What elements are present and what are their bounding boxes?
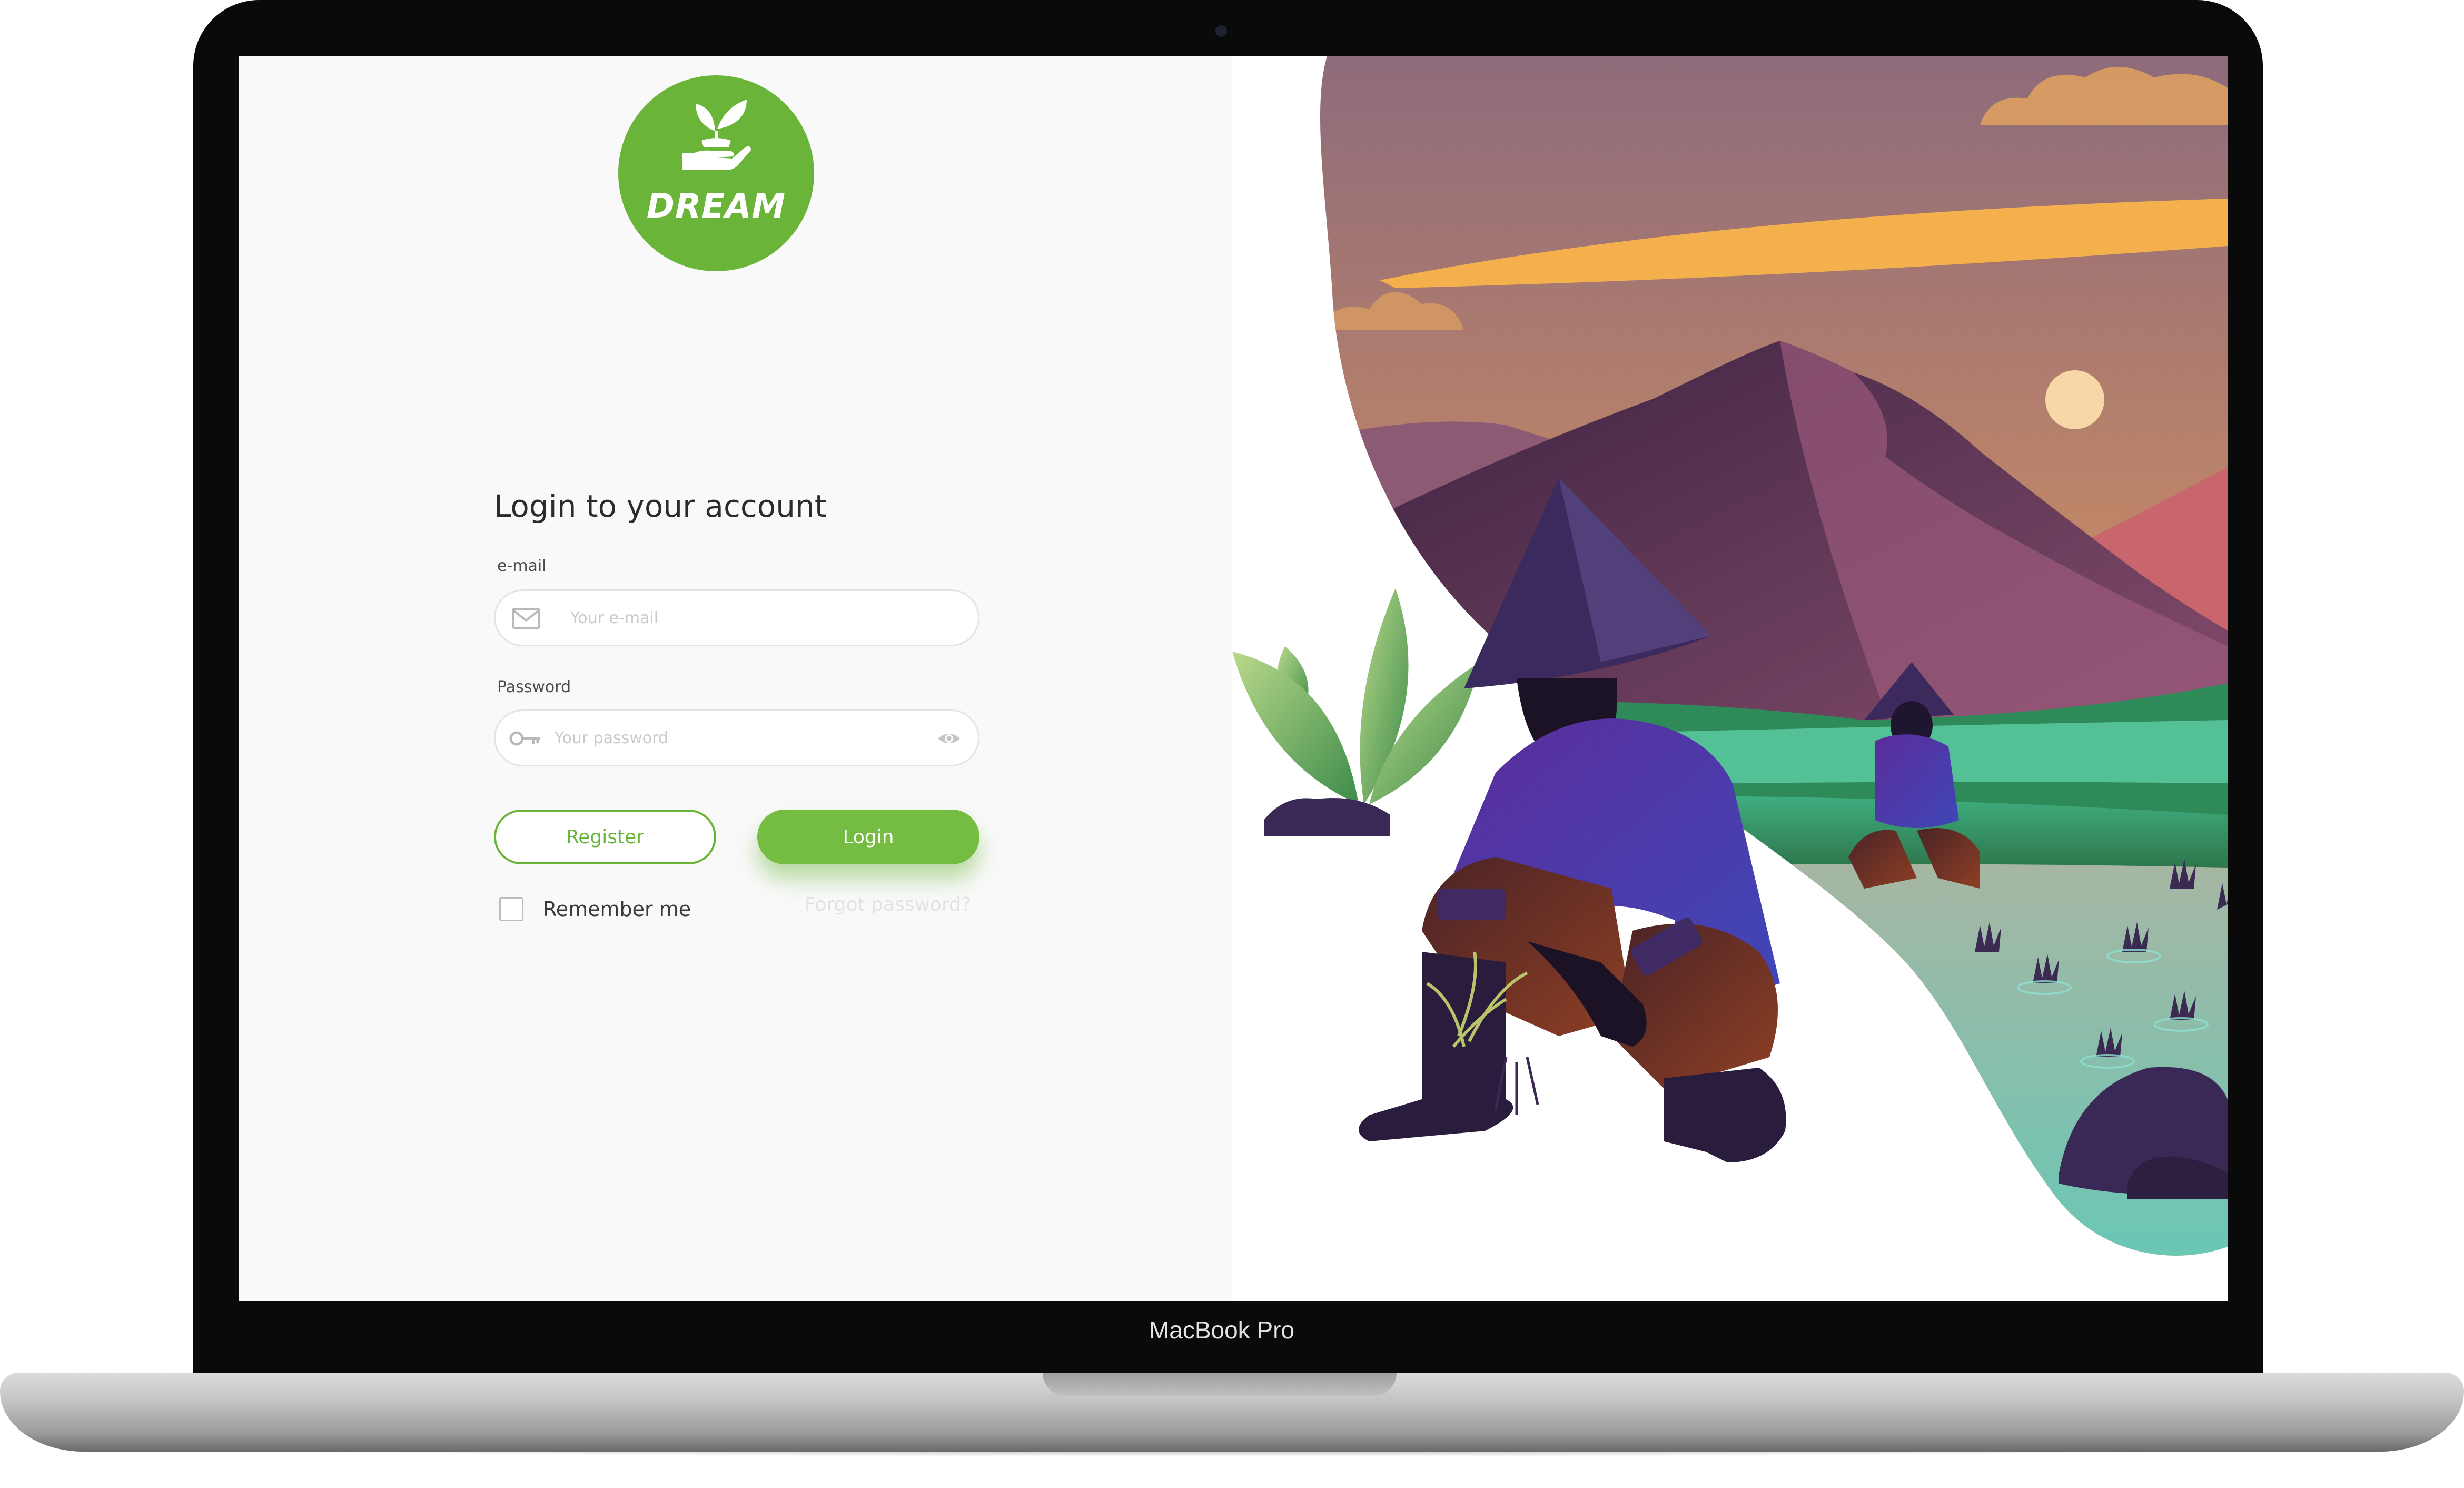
- password-field[interactable]: [494, 709, 979, 766]
- forgot-password-link[interactable]: Forgot password?: [805, 894, 971, 915]
- screen: DREAM Login to your account e-mail Passw…: [239, 56, 2228, 1301]
- envelope-icon: [512, 608, 540, 629]
- login-panel: DREAM Login to your account e-mail Passw…: [239, 56, 1232, 1301]
- password-input[interactable]: [553, 711, 922, 765]
- login-button[interactable]: Login: [757, 810, 979, 864]
- password-label: Password: [497, 678, 571, 696]
- key-icon: [509, 731, 540, 746]
- email-label: e-mail: [497, 557, 547, 575]
- laptop-notch: [1043, 1373, 1397, 1396]
- form-title: Login to your account: [494, 488, 827, 524]
- brand-name: DREAM: [646, 187, 786, 226]
- remember-label[interactable]: Remember me: [543, 897, 691, 921]
- sprout-in-hand-icon: [682, 100, 751, 170]
- email-input[interactable]: [569, 591, 959, 645]
- rice-farmers-illustration: [1232, 56, 2228, 1256]
- brand-logo: DREAM: [618, 75, 814, 271]
- remember-checkbox[interactable]: [499, 897, 523, 921]
- camera-icon: [1215, 25, 1227, 37]
- illustration-panel: [1232, 56, 2228, 1301]
- eye-icon[interactable]: [937, 727, 961, 750]
- register-button[interactable]: Register: [494, 810, 716, 864]
- email-field[interactable]: [494, 589, 979, 646]
- device-model-label: MacBook Pro: [1149, 1316, 1295, 1344]
